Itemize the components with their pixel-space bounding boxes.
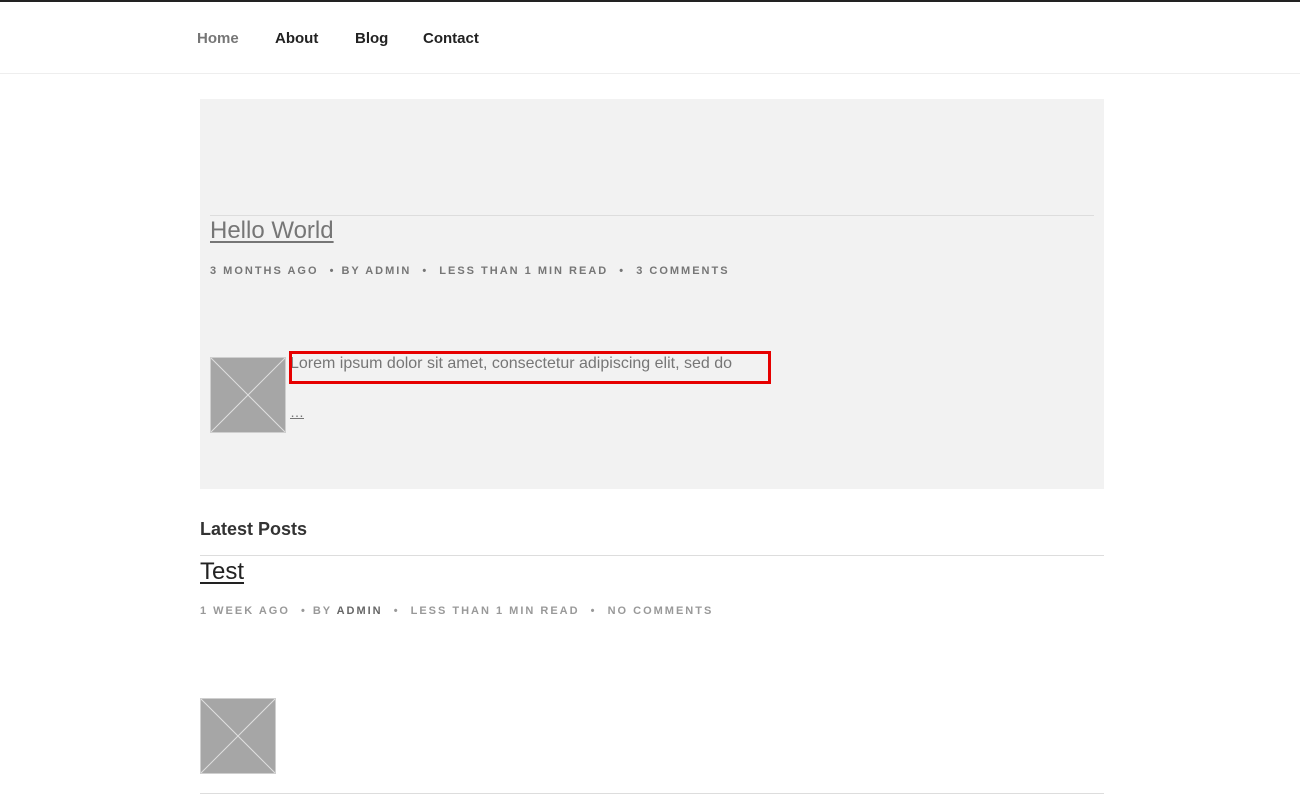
latest-post-title[interactable]: Test bbox=[200, 558, 244, 586]
post-date[interactable]: 1 WEEK AGO bbox=[200, 605, 290, 617]
nav-about[interactable]: About bbox=[275, 31, 318, 47]
post-comments[interactable]: 3 COMMENTS bbox=[636, 265, 729, 277]
image-placeholder-icon[interactable] bbox=[200, 698, 276, 774]
featured-post-title[interactable]: Hello World bbox=[210, 217, 334, 245]
nav-blog[interactable]: Blog bbox=[355, 31, 388, 47]
nav-contact[interactable]: Contact bbox=[423, 31, 479, 47]
meta-separator: • bbox=[590, 605, 597, 617]
meta-separator: • bbox=[422, 265, 429, 277]
post-by: BY bbox=[312, 605, 332, 617]
latest-posts-divider bbox=[200, 555, 1104, 556]
main-navigation: Home About Blog Contact bbox=[0, 2, 1300, 74]
post-read-time: LESS THAN 1 MIN READ bbox=[410, 605, 580, 617]
nav-home[interactable]: Home bbox=[197, 31, 239, 47]
featured-post: Hello World 3 MONTHS AGO • BY ADMIN • LES… bbox=[200, 99, 1104, 489]
read-more-link[interactable]: … bbox=[290, 404, 304, 420]
meta-separator: • bbox=[300, 605, 307, 617]
post-by: BY bbox=[341, 265, 361, 277]
meta-separator: • bbox=[329, 265, 336, 277]
post-comments[interactable]: NO COMMENTS bbox=[608, 605, 714, 617]
post-author[interactable]: ADMIN bbox=[337, 605, 383, 617]
featured-post-meta: 3 MONTHS AGO • BY ADMIN • LESS THAN 1 MIN… bbox=[210, 264, 730, 278]
latest-post-meta: 1 WEEK AGO • BY ADMIN • LESS THAN 1 MIN R… bbox=[200, 604, 713, 618]
meta-separator: • bbox=[393, 605, 400, 617]
featured-divider bbox=[210, 215, 1094, 216]
image-placeholder-icon[interactable] bbox=[210, 357, 286, 433]
post-divider bbox=[200, 793, 1104, 794]
featured-post-excerpt: Lorem ipsum dolor sit amet, consectetur … bbox=[290, 355, 732, 372]
post-author[interactable]: ADMIN bbox=[365, 265, 411, 277]
post-read-time: LESS THAN 1 MIN READ bbox=[439, 265, 609, 277]
meta-separator: • bbox=[619, 265, 626, 277]
post-date[interactable]: 3 MONTHS AGO bbox=[210, 265, 319, 277]
latest-posts-heading: Latest Posts bbox=[200, 519, 308, 539]
